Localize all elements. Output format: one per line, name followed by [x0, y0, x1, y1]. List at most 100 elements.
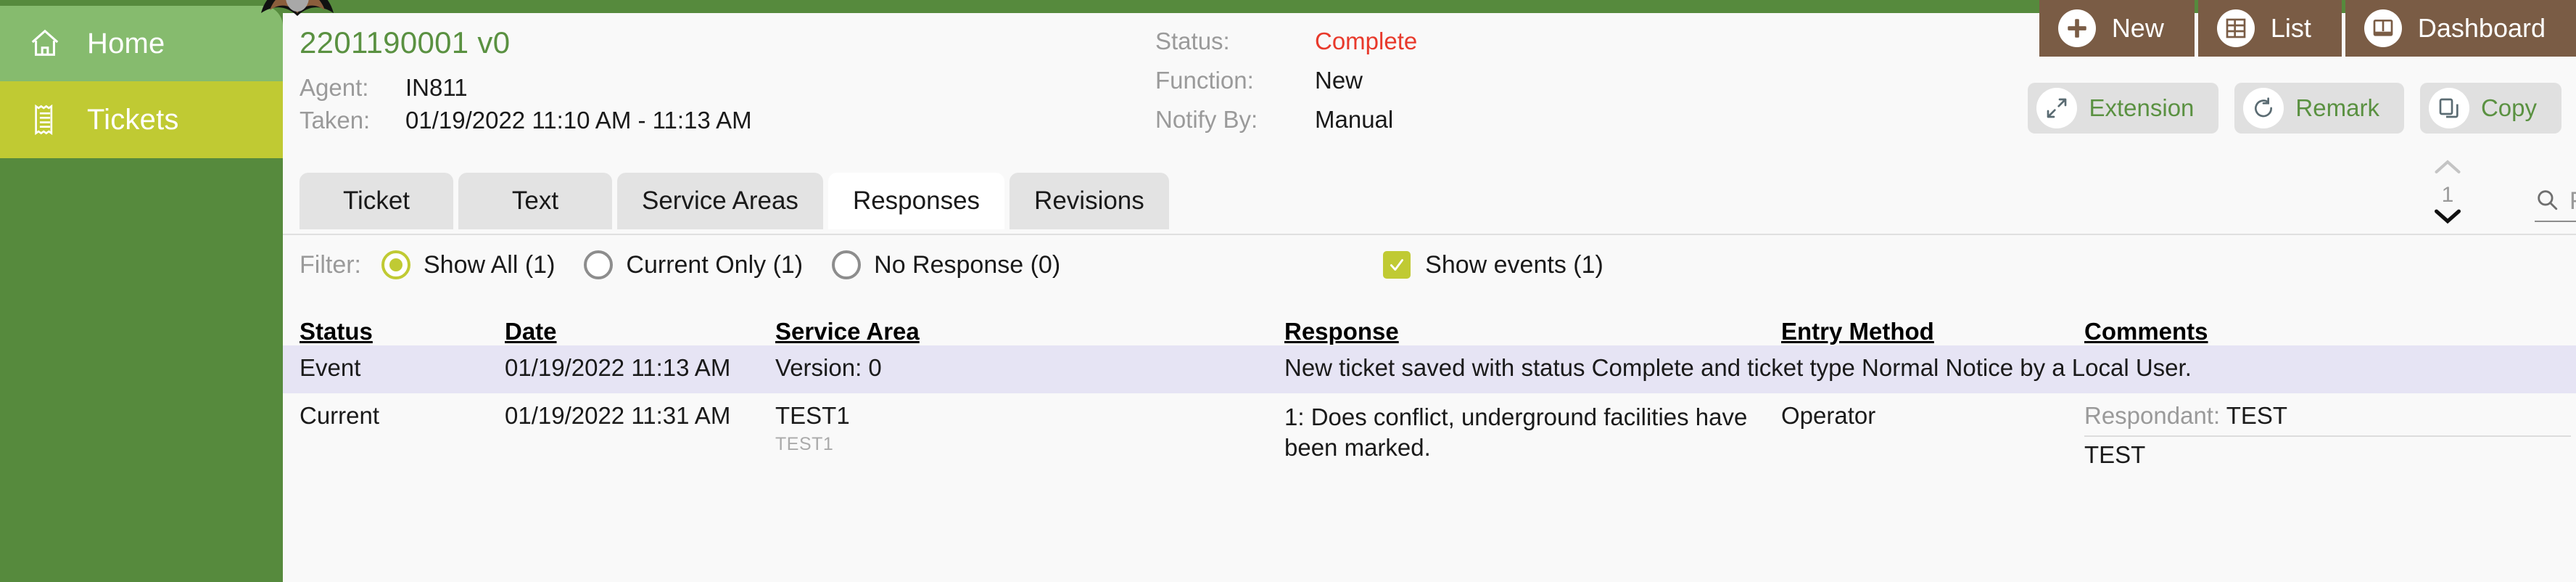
button-label: Remark: [2295, 94, 2379, 121]
cell-comments: Respondant: TEST TEST: [2084, 402, 2576, 469]
responses-table: Status Date Service Area Response Entry …: [283, 303, 2576, 476]
field-label: Status:: [1155, 28, 1230, 54]
column-header-date: Date: [505, 318, 775, 345]
ticket-icon: [22, 103, 68, 136]
search-field[interactable]: Find by Ticket Number: [2535, 181, 2576, 222]
main-content: 2201190001 v0 Agent: IN811 Taken: 01/19/20…: [283, 0, 2576, 582]
remark-button[interactable]: Remark: [2234, 83, 2404, 134]
checkbox-label: Show events (1): [1425, 250, 1603, 279]
field-taken: Taken: 01/19/2022 11:10 AM - 11:13 AM: [300, 107, 752, 134]
cell-service-area: TEST1 TEST1: [775, 402, 1284, 455]
button-label: Dashboard: [2417, 13, 2546, 43]
field-status: Status: Complete: [1155, 28, 1417, 55]
dashboard-button[interactable]: Dashboard: [2345, 0, 2576, 57]
table-row[interactable]: Event 01/19/2022 11:13 AM Version: 0 New…: [283, 345, 2576, 393]
column-header-service-area: Service Area: [775, 318, 1284, 345]
dashboard-icon: [2364, 9, 2402, 47]
column-header-response: Response: [1284, 318, 1781, 345]
column-header-label[interactable]: Response: [1284, 318, 1399, 345]
button-label: List: [2270, 13, 2311, 43]
ticket-header: 2201190001 v0 Agent: IN811 Taken: 01/19/20…: [283, 0, 2576, 158]
column-header-label[interactable]: Status: [300, 318, 373, 345]
secondary-action-bar: Extension Remark Copy: [2028, 83, 2561, 134]
column-header-label[interactable]: Service Area: [775, 318, 920, 345]
field-value: New: [1315, 67, 1363, 94]
tab-ticket[interactable]: Ticket: [300, 173, 453, 229]
tab-text[interactable]: Text: [458, 173, 612, 229]
radio-show-all[interactable]: Show All (1): [381, 250, 555, 279]
tab-label: Service Areas: [642, 187, 798, 215]
chevron-up-icon[interactable]: [2426, 158, 2469, 180]
search-placeholder: Find by Ticket Number: [2569, 187, 2576, 216]
cell-status: Current: [300, 402, 380, 429]
tab-underline: [283, 234, 2576, 235]
radio-no-response[interactable]: No Response (0): [832, 250, 1060, 279]
radio-label: Current Only (1): [626, 250, 804, 279]
cell-status: Event: [300, 354, 361, 381]
search-icon: [2535, 187, 2559, 216]
field-label: Agent:: [300, 74, 369, 101]
field-value: IN811: [405, 74, 468, 101]
radio-icon: [584, 250, 614, 279]
radio-icon: [832, 250, 862, 279]
column-header-label[interactable]: Comments: [2084, 318, 2208, 345]
new-button[interactable]: New: [2039, 0, 2195, 57]
app-logo: [254, 0, 341, 22]
column-header-entry-method: Entry Method: [1781, 318, 2084, 345]
cell-response: 1: Does conflict, underground facilities…: [1284, 403, 1748, 462]
sidebar-item-label: Home: [87, 27, 165, 60]
list-button[interactable]: List: [2197, 0, 2342, 57]
comment-divider: [2084, 435, 2572, 437]
plus-icon: [2057, 9, 2096, 47]
service-area-sub: TEST1: [775, 434, 834, 454]
field-function: Function: New: [1155, 67, 1363, 94]
chevron-down-icon[interactable]: [2426, 208, 2469, 229]
table-header-row: Status Date Service Area Response Entry …: [300, 303, 2576, 345]
copy-button[interactable]: Copy: [2419, 83, 2561, 134]
page-stepper: 1: [2426, 158, 2469, 229]
sidebar-item-tickets[interactable]: Tickets: [0, 81, 283, 158]
tab-revisions[interactable]: Revisions: [1010, 173, 1169, 229]
filter-bar: Filter: Show All (1) Current Only (1) No…: [300, 239, 1603, 290]
tab-service-areas[interactable]: Service Areas: [617, 173, 823, 229]
grid-icon: [2216, 9, 2255, 47]
cell-date: 01/19/2022 11:13 AM: [505, 354, 731, 381]
button-label: Copy: [2480, 94, 2537, 121]
sidebar-item-home[interactable]: Home: [0, 6, 283, 81]
cell-entry-method: Operator: [1781, 402, 1876, 429]
column-header-comments: Comments: [2084, 318, 2576, 345]
column-header-status: Status: [300, 318, 505, 345]
field-label: Notify By:: [1155, 106, 1258, 133]
copy-icon: [2428, 88, 2469, 128]
button-label: New: [2111, 13, 2164, 43]
column-header-label[interactable]: Entry Method: [1781, 318, 1934, 345]
service-area-name: TEST1: [775, 402, 850, 429]
filter-label: Filter:: [300, 250, 361, 279]
cell-date: 01/19/2022 11:31 AM: [505, 402, 731, 429]
comment-extra: TEST: [2084, 441, 2146, 468]
sidebar-item-label: Tickets: [87, 103, 179, 136]
radio-label: Show All (1): [424, 250, 556, 279]
page-number: 1: [2441, 183, 2454, 207]
field-value: Manual: [1315, 106, 1394, 133]
button-label: Extension: [2089, 94, 2195, 121]
radio-label: No Response (0): [874, 250, 1061, 279]
radio-current-only[interactable]: Current Only (1): [584, 250, 803, 279]
tab-label: Revisions: [1034, 187, 1144, 215]
expand-icon: [2036, 88, 2078, 128]
tab-label: Responses: [852, 187, 981, 215]
field-notify-by: Notify By: Manual: [1155, 106, 1393, 134]
home-icon: [22, 27, 68, 60]
app-window: Home Tickets 2201190001 v0 Agent: IN811 …: [0, 0, 2576, 582]
table-row[interactable]: Current 01/19/2022 11:31 AM TEST1 TEST1 …: [300, 393, 2576, 476]
checkbox-show-events[interactable]: Show events (1): [1383, 251, 1603, 279]
radio-icon: [381, 250, 410, 279]
primary-action-bar: New List Dashboard: [2039, 0, 2576, 57]
cell-response: New ticket saved with status Complete an…: [1284, 354, 2192, 381]
tab-bar: Ticket Text Service Areas Responses Revi…: [283, 173, 2576, 234]
column-header-label[interactable]: Date: [505, 318, 557, 345]
tab-responses[interactable]: Responses: [827, 173, 1005, 229]
sidebar-empty-area: [0, 158, 283, 582]
extension-button[interactable]: Extension: [2028, 83, 2219, 134]
comment-label: Respondant:: [2084, 402, 2221, 429]
